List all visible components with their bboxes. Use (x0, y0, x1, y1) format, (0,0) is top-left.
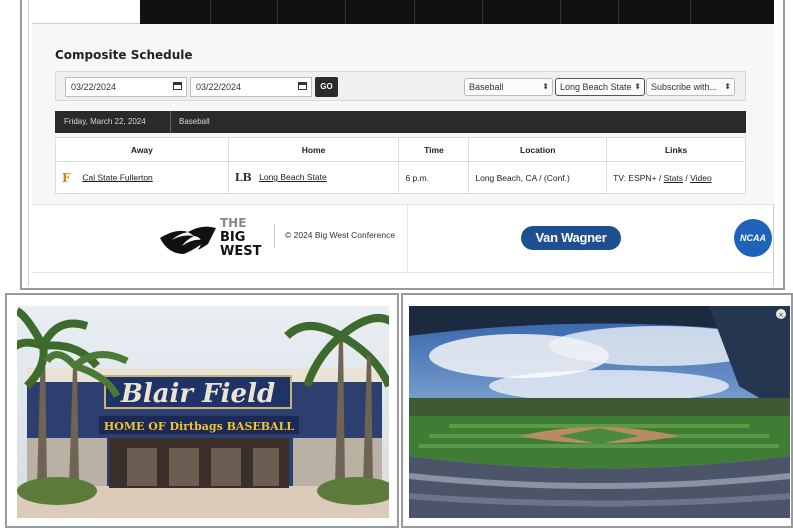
links-cell: TV: ESPN+ / Stats / Video (606, 161, 746, 194)
column-header-home: Home (227, 137, 400, 162)
nav-separator (345, 0, 346, 24)
end-date-input[interactable]: 03/22/2024 (190, 77, 312, 97)
nav-separator (414, 0, 415, 24)
stats-link[interactable]: Stats (664, 173, 683, 183)
nav-separator (560, 0, 561, 24)
team-select-value: Long Beach State (560, 82, 632, 92)
column-header-links: Links (606, 137, 746, 162)
start-date-input[interactable]: 03/22/2024 (65, 77, 187, 97)
date-label: Friday, March 22, 2024 (64, 117, 146, 126)
select-arrows-icon: ⬍ (724, 82, 731, 91)
location-cell: Long Beach, CA / (Conf.) (468, 161, 608, 194)
away-cell: F Cal State Fullerton (55, 161, 229, 194)
start-date-value: 03/22/2024 (71, 82, 117, 92)
nav-bar-dark (140, 0, 774, 24)
footer-bottom-line (32, 272, 774, 273)
nav-separator (618, 0, 619, 24)
logo-the-text: THE (220, 216, 246, 230)
stadium-panorama-photo: × (409, 306, 790, 518)
table-header-row: Away Home Time Location Links (55, 137, 746, 162)
date-header-bar: Friday, March 22, 2024 Baseball (55, 111, 746, 133)
sport-select-value: Baseball (469, 82, 504, 92)
svg-text:×: × (778, 311, 784, 319)
select-arrows-icon: ⬍ (634, 82, 641, 91)
select-arrows-icon: ⬍ (542, 82, 549, 91)
video-link[interactable]: Video (690, 173, 712, 183)
ncaa-logo[interactable]: NCAA (734, 219, 772, 257)
nav-separator (690, 0, 691, 24)
column-header-time: Time (398, 137, 470, 162)
subscribe-select-value: Subscribe with... (651, 82, 718, 92)
sport-select[interactable]: Baseball ⬍ (464, 78, 553, 96)
nav-separator (277, 0, 278, 24)
nav-separator (482, 0, 483, 24)
schedule-table: Away Home Time Location Links F Cal Stat… (55, 137, 746, 194)
long-beach-logo-icon: LB (234, 171, 252, 184)
team-select[interactable]: Long Beach State ⬍ (555, 78, 645, 96)
blair-field-sign-text: Blair Field (120, 379, 275, 409)
top-nav-bar (32, 0, 774, 24)
van-wagner-logo[interactable]: Van Wagner (521, 226, 621, 250)
footer-vertical-divider (407, 205, 408, 272)
nav-tab-active[interactable] (32, 0, 140, 24)
away-team-link[interactable]: Cal State Fullerton (82, 172, 152, 182)
logo-west-text: WEST (220, 244, 262, 256)
column-header-location: Location (468, 137, 608, 162)
page-title: Composite Schedule (55, 48, 193, 62)
tv-label: TV: ESPN+ / (613, 172, 664, 183)
home-cell: LB Long Beach State (227, 161, 400, 194)
subscribe-select[interactable]: Subscribe with... ⬍ (646, 78, 735, 96)
copyright-text: © 2024 Big West Conference (285, 230, 396, 240)
date-bar-divider (170, 111, 171, 133)
big-west-logo[interactable]: THE BIG WEST (158, 214, 262, 256)
fullerton-logo-icon: F (62, 170, 71, 185)
logo-big-text: BIG (220, 230, 245, 245)
go-button[interactable]: GO (315, 77, 338, 97)
calendar-icon[interactable] (298, 82, 307, 90)
sport-label: Baseball (179, 117, 210, 126)
footer-logo-divider (274, 224, 275, 248)
home-of-banner-text: HOME OF Dirtbags BASEBALL (104, 420, 294, 433)
end-date-value: 03/22/2024 (196, 82, 242, 92)
home-team-link[interactable]: Long Beach State (259, 172, 327, 182)
footer-divider (32, 204, 774, 205)
calendar-icon[interactable] (173, 82, 182, 90)
table-row: F Cal State Fullerton LB Long Beach Stat… (55, 161, 746, 194)
nav-separator (210, 0, 211, 24)
time-cell: 6 p.m. (398, 161, 470, 194)
blair-field-entrance-photo: Blair Field HOME OF Dirtbags BASEBALL (17, 306, 389, 518)
column-header-away: Away (55, 137, 229, 162)
